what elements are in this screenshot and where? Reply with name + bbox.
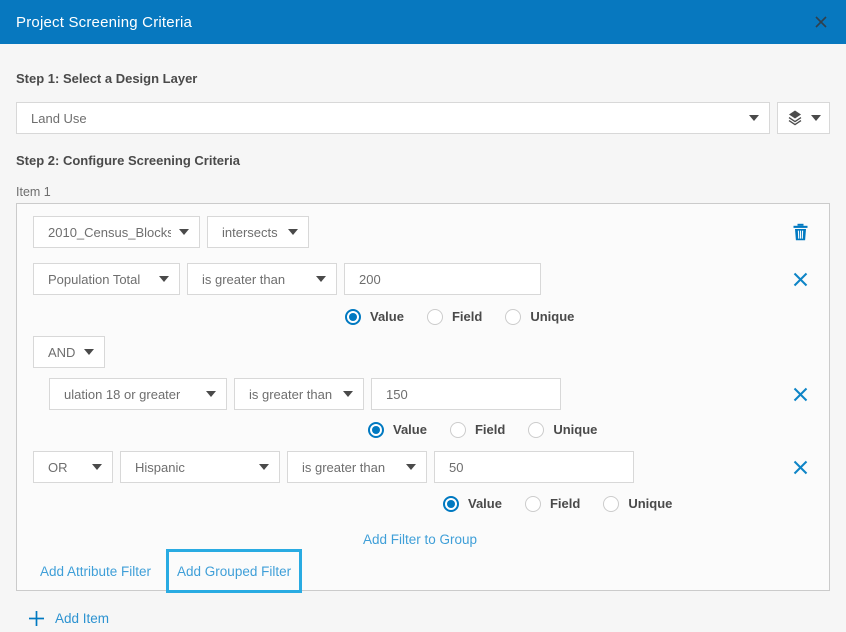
filter1-operator-select[interactable]: is greater than bbox=[187, 263, 337, 295]
add-filter-to-group-link[interactable]: Add Filter to Group bbox=[363, 532, 477, 547]
filter1-operator-value: is greater than bbox=[202, 272, 285, 287]
dialog-content: Step 1: Select a Design Layer Land Use S… bbox=[0, 44, 846, 627]
chevron-down-icon bbox=[259, 464, 269, 470]
close-icon bbox=[813, 14, 829, 30]
remove-x-icon bbox=[793, 272, 808, 287]
remove-filter1-button[interactable] bbox=[790, 269, 810, 289]
or-logic-value: OR bbox=[48, 460, 68, 475]
chevron-down-icon bbox=[316, 276, 326, 282]
or-logic-select[interactable]: OR bbox=[33, 451, 113, 483]
or-filter-radio-field-label[interactable]: Field bbox=[550, 496, 580, 511]
step2-label: Step 2: Configure Screening Criteria bbox=[16, 153, 830, 168]
filter1-value-input[interactable] bbox=[344, 263, 541, 295]
or-filter-field-value: Hispanic bbox=[135, 460, 185, 475]
grouped-filter-field-value: ulation 18 or greater bbox=[64, 387, 180, 402]
or-filter-radio-value-label[interactable]: Value bbox=[468, 496, 502, 511]
or-filter-field-select[interactable]: Hispanic bbox=[120, 451, 280, 483]
or-filter-radio-unique[interactable] bbox=[603, 496, 619, 512]
chevron-down-icon bbox=[179, 229, 189, 235]
chevron-down-icon bbox=[288, 229, 298, 235]
group-logic-select[interactable]: AND bbox=[33, 336, 105, 368]
grouped-filter-operator-value: is greater than bbox=[249, 387, 332, 402]
design-layer-select[interactable]: Land Use bbox=[16, 102, 770, 134]
grouped-filter-radio-field[interactable] bbox=[450, 422, 466, 438]
filter1-radio-value-label[interactable]: Value bbox=[370, 309, 404, 324]
trash-icon bbox=[792, 223, 809, 241]
attribute-filter-row-1: Population Total is greater than bbox=[33, 263, 816, 295]
chevron-down-icon bbox=[749, 115, 759, 121]
filter1-radio-field[interactable] bbox=[427, 309, 443, 325]
add-item-button[interactable]: Add Item bbox=[28, 610, 830, 627]
filter-links-row: Add Attribute Filter Add Grouped Filter bbox=[40, 549, 816, 593]
grouped-filter-row: ulation 18 or greater is greater than bbox=[49, 378, 816, 410]
filter1-radio-value[interactable] bbox=[345, 309, 361, 325]
spatial-operator-value: intersects bbox=[222, 225, 278, 240]
group-logic-row: AND bbox=[33, 336, 816, 368]
screening-item-panel: 2010_Census_Blocks intersects bbox=[16, 203, 830, 591]
filter1-radio-field-label[interactable]: Field bbox=[452, 309, 482, 324]
remove-or-filter-button[interactable] bbox=[790, 457, 810, 477]
or-filter-value-type-radios: Value Field Unique bbox=[443, 495, 816, 512]
dialog-title: Project Screening Criteria bbox=[16, 14, 192, 31]
dialog-header: Project Screening Criteria bbox=[0, 0, 846, 44]
add-item-label: Add Item bbox=[55, 611, 109, 626]
grouped-filter-operator-select[interactable]: is greater than bbox=[234, 378, 364, 410]
item-label: Item 1 bbox=[16, 185, 830, 199]
remove-x-icon bbox=[793, 460, 808, 475]
close-button[interactable] bbox=[812, 13, 830, 31]
or-filter-operator-value: is greater than bbox=[302, 460, 385, 475]
grouped-filter-value-input[interactable] bbox=[371, 378, 561, 410]
or-filter-radio-value[interactable] bbox=[443, 496, 459, 512]
filter1-radio-unique-label[interactable]: Unique bbox=[530, 309, 574, 324]
chevron-down-icon bbox=[406, 464, 416, 470]
grouped-filter-radio-value[interactable] bbox=[368, 422, 384, 438]
layers-icon bbox=[786, 109, 804, 127]
group-logic-value: AND bbox=[48, 345, 75, 360]
add-grouped-filter-link[interactable]: Add Grouped Filter bbox=[177, 564, 291, 579]
grouped-filter-radio-field-label[interactable]: Field bbox=[475, 422, 505, 437]
design-layer-value: Land Use bbox=[31, 111, 87, 126]
or-filter-operator-select[interactable]: is greater than bbox=[287, 451, 427, 483]
or-filter-radio-unique-label[interactable]: Unique bbox=[628, 496, 672, 511]
layer-options-button[interactable] bbox=[777, 102, 830, 134]
chevron-down-icon bbox=[159, 276, 169, 282]
add-grouped-filter-highlight: Add Grouped Filter bbox=[166, 549, 302, 593]
grouped-filter-radio-unique-label[interactable]: Unique bbox=[553, 422, 597, 437]
grouped-filter-value-type-radios: Value Field Unique bbox=[368, 421, 816, 438]
chevron-down-icon bbox=[92, 464, 102, 470]
spatial-operator-select[interactable]: intersects bbox=[207, 216, 309, 248]
filter1-field-select[interactable]: Population Total bbox=[33, 263, 180, 295]
remove-x-icon bbox=[793, 387, 808, 402]
chevron-down-icon bbox=[206, 391, 216, 397]
chevron-down-icon bbox=[811, 115, 821, 121]
design-layer-row: Land Use bbox=[16, 102, 830, 134]
target-layer-select[interactable]: 2010_Census_Blocks bbox=[33, 216, 200, 248]
add-attribute-filter-link[interactable]: Add Attribute Filter bbox=[40, 564, 151, 579]
filter1-radio-unique[interactable] bbox=[505, 309, 521, 325]
spatial-filter-row: 2010_Census_Blocks intersects bbox=[33, 216, 816, 248]
chevron-down-icon bbox=[84, 349, 94, 355]
grouped-filter-field-select[interactable]: ulation 18 or greater bbox=[49, 378, 227, 410]
remove-grouped-filter-button[interactable] bbox=[790, 384, 810, 404]
filter1-field-value: Population Total bbox=[48, 272, 140, 287]
or-filter-value-input[interactable] bbox=[434, 451, 634, 483]
or-filter-row: OR Hispanic is greater than bbox=[33, 451, 816, 483]
chevron-down-icon bbox=[343, 391, 353, 397]
delete-item-button[interactable] bbox=[790, 222, 810, 242]
add-filter-to-group-wrap: Add Filter to Group bbox=[33, 531, 816, 549]
plus-icon bbox=[28, 610, 45, 627]
or-filter-radio-field[interactable] bbox=[525, 496, 541, 512]
target-layer-value: 2010_Census_Blocks bbox=[48, 225, 171, 240]
filter1-value-type-radios: Value Field Unique bbox=[345, 308, 816, 325]
grouped-filter-radio-value-label[interactable]: Value bbox=[393, 422, 427, 437]
grouped-filter-radio-unique[interactable] bbox=[528, 422, 544, 438]
project-screening-criteria-dialog: Project Screening Criteria Step 1: Selec… bbox=[0, 0, 846, 632]
step1-label: Step 1: Select a Design Layer bbox=[16, 44, 830, 86]
